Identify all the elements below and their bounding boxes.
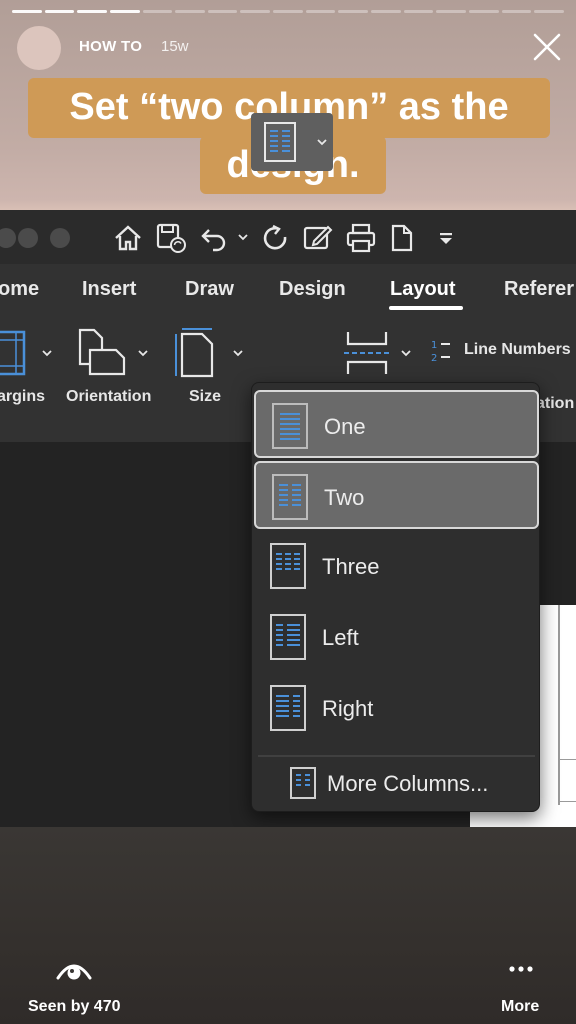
tab-design[interactable]: Design [279,278,346,301]
columns-dropdown-menu: One Two Three Left Right More Columns... [251,382,540,812]
ribbon-tabs: ome Insert Draw Design Layout Referer [0,264,576,318]
menu-item-left[interactable]: Left [254,603,539,671]
window-zoom-dot[interactable] [50,228,70,248]
left-column-icon [270,614,306,660]
svg-text:1: 1 [431,340,437,351]
breaks-chevron-down-icon[interactable] [399,346,413,360]
menu-item-two[interactable]: Two [254,461,539,529]
size-label: Size [189,388,222,405]
tab-layout[interactable]: Layout [390,278,456,301]
progress-segment [12,10,42,13]
more-columns-icon [290,767,316,799]
tab-insert[interactable]: Insert [82,278,136,301]
one-column-icon [272,403,308,449]
progress-segment [501,10,532,13]
progress-segment [77,10,107,13]
menu-item-label: One [324,414,366,439]
breaks-icon[interactable] [342,330,392,376]
hyphenation-label[interactable]: ation [536,395,574,413]
line-numbers-icon[interactable]: 12 [430,338,452,364]
menu-item-right[interactable]: Right [254,674,539,742]
active-tab-indicator [389,306,463,310]
redo-icon[interactable] [259,222,291,254]
columns-chevron-down-icon [317,139,327,146]
menu-item-one[interactable]: One [254,390,539,458]
post-age: 15w [161,38,189,55]
svg-text:2: 2 [431,353,437,364]
progress-segment [240,10,271,13]
story-footer [0,827,576,1024]
eye-icon[interactable] [55,956,93,986]
more-dots-icon[interactable] [508,964,534,974]
window-minimize-dot[interactable] [18,228,38,248]
menu-item-label: Left [322,625,359,650]
progress-segment [44,10,75,13]
progress-segment [175,10,205,13]
right-column-icon [270,685,306,731]
more-columns-button[interactable]: More Columns... [254,763,539,807]
progress-segment [109,10,140,13]
menu-item-label: Two [324,485,365,510]
save-sync-icon[interactable] [155,222,187,254]
menu-divider [258,755,535,757]
orientation-chevron-down-icon[interactable] [136,346,150,360]
customize-toolbar-icon[interactable] [430,222,462,254]
tab-references[interactable]: Referer [504,278,574,301]
account-name[interactable]: HOW TO [79,38,142,55]
avatar[interactable] [17,26,61,70]
page-margin-line [558,605,560,805]
two-columns-icon [272,474,308,520]
progress-segment [142,10,173,13]
new-document-icon[interactable] [386,222,418,254]
page-margin-line [558,759,576,760]
seen-by-count[interactable]: Seen by 470 [28,998,121,1016]
undo-chevron-down-icon[interactable] [236,230,250,244]
more-columns-label: More Columns... [327,771,489,796]
columns-button[interactable] [251,113,333,171]
print-icon[interactable] [345,222,377,254]
more-button[interactable]: More [501,998,539,1016]
progress-segment [207,10,238,13]
progress-segment [305,10,336,13]
progress-segment [468,10,499,13]
three-columns-icon [270,543,306,589]
undo-icon[interactable] [198,222,230,254]
home-icon[interactable] [112,222,144,254]
story-progress-bar [12,10,564,13]
margins-icon[interactable] [0,330,30,376]
orientation-icon[interactable] [76,328,128,376]
progress-segment [436,10,466,13]
title-bar [0,210,576,264]
edit-document-icon[interactable] [302,222,334,254]
progress-segment [338,10,369,13]
page-margin-line [558,801,576,802]
progress-segment [403,10,434,13]
margins-chevron-down-icon[interactable] [40,346,54,360]
close-icon[interactable] [530,30,564,64]
window-close-dot[interactable] [0,228,16,248]
progress-segment [273,10,303,13]
columns-icon [264,122,296,162]
line-numbers-label[interactable]: Line Numbers [464,341,571,359]
margins-label: argins [0,388,46,405]
progress-segment [534,10,564,13]
tab-home[interactable]: ome [0,278,39,301]
orientation-label: Orientation [66,388,152,405]
size-icon[interactable] [172,326,216,378]
menu-item-three[interactable]: Three [254,532,539,600]
menu-item-label: Right [322,696,374,721]
size-chevron-down-icon[interactable] [231,346,245,360]
progress-segment [371,10,401,13]
tab-draw[interactable]: Draw [185,278,234,301]
menu-item-label: Three [322,554,380,579]
